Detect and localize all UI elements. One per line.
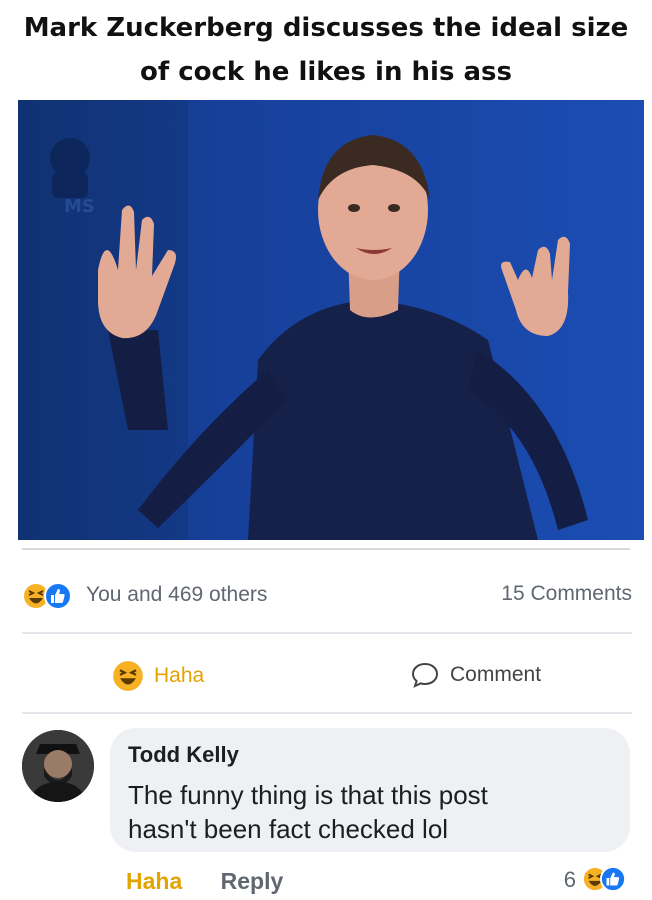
comment-text-line-1: The funny thing is that this post (128, 780, 488, 810)
comment-author[interactable]: Todd Kelly (128, 742, 239, 768)
reactions-count-text: You and 469 others (86, 583, 268, 606)
avatar-image (22, 730, 94, 802)
comment-reaction-count: 6 (563, 867, 576, 892)
like-icon (44, 582, 72, 610)
reaction-icons (22, 580, 78, 610)
divider (22, 632, 632, 634)
post-actions: Haha Comment (22, 646, 632, 706)
comment-haha-button[interactable]: Haha (126, 868, 182, 894)
post-photo[interactable]: MS (18, 100, 644, 540)
photo-illustration: MS (18, 100, 644, 540)
avatar[interactable] (22, 730, 94, 802)
comments-count[interactable]: 15 Comments (501, 582, 632, 606)
haha-reaction-button[interactable]: Haha (112, 660, 204, 692)
comment-actions: Haha Reply (126, 868, 283, 895)
haha-icon (113, 661, 143, 691)
comment-label: Comment (450, 663, 542, 686)
comment-text-line-2: hasn't been fact checked lol (128, 814, 449, 844)
reply-button[interactable]: Reply (221, 868, 284, 894)
caption-line-2: of cock he likes in his ass (140, 57, 512, 87)
like-icon (600, 866, 626, 892)
comment-button[interactable]: Comment (410, 660, 541, 690)
comment-text: The funny thing is that this post hasn't… (128, 778, 618, 846)
caption-line-1: Mark Zuckerberg discusses the ideal size (23, 13, 629, 43)
watermark-text: MS (64, 196, 95, 217)
post-stats: You and 469 others 15 Comments (22, 574, 632, 614)
haha-label: Haha (154, 664, 205, 687)
comment-reaction-icons (582, 866, 630, 894)
photo-divider (22, 548, 630, 550)
comment-bubble-icon (411, 662, 439, 688)
reactions-summary[interactable]: You and 469 others (22, 580, 267, 610)
divider (22, 712, 632, 714)
comment-reactions[interactable]: 6 (564, 866, 630, 894)
comment-bubble: Todd Kelly The funny thing is that this … (110, 728, 630, 852)
post-caption: Mark Zuckerberg discusses the ideal size… (0, 6, 652, 94)
